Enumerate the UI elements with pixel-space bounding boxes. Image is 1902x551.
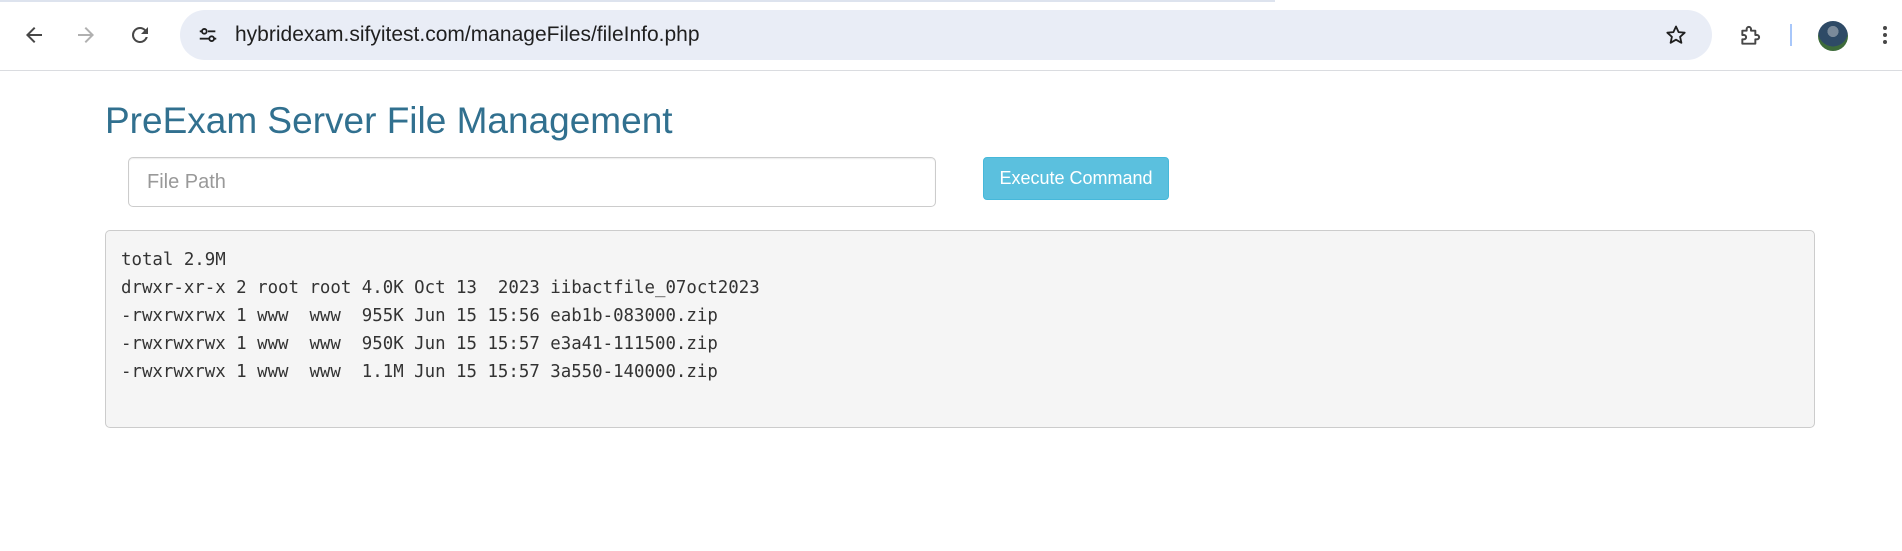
back-button[interactable] [16,17,52,53]
file-path-input[interactable] [128,157,936,207]
url-text[interactable]: hybridexam.sifyitest.com/manageFiles/fil… [235,23,700,47]
command-output: total 2.9M drwxr-xr-x 2 root root 4.0K Oc… [105,230,1815,428]
address-bar[interactable]: hybridexam.sifyitest.com/manageFiles/fil… [180,10,1712,60]
kebab-menu-icon [1883,26,1887,44]
avatar[interactable] [1818,21,1848,51]
output-line: -rwxrwxrwx 1 www www 1.1M Jun 15 15:57 3… [121,362,718,382]
reload-icon [132,27,148,43]
output-line: drwxr-xr-x 2 root root 4.0K Oct 13 2023 … [121,278,760,298]
puzzle-icon [1741,25,1761,45]
reload-button[interactable] [122,17,158,53]
site-info-button[interactable] [192,19,224,51]
back-arrow-icon [26,27,42,43]
browser-toolbar: hybridexam.sifyitest.com/manageFiles/fil… [0,0,1902,71]
output-line: total 2.9M [121,250,226,270]
toolbar-divider [1790,24,1792,46]
tune-icon [199,28,217,42]
page-title: PreExam Server File Management [105,100,673,141]
forward-arrow-icon [78,27,94,43]
star-icon [1666,25,1686,44]
output-line: -rwxrwxrwx 1 www www 950K Jun 15 15:57 e… [121,334,718,354]
forward-button[interactable] [68,17,104,53]
tab-strip-edge [0,0,1275,2]
output-line: -rwxrwxrwx 1 www www 955K Jun 15 15:56 e… [121,306,718,326]
extensions-button[interactable] [1733,17,1769,53]
browser-menu-button[interactable] [1870,17,1900,53]
bookmark-button[interactable] [1660,19,1692,51]
execute-command-button[interactable]: Execute Command [983,157,1169,200]
